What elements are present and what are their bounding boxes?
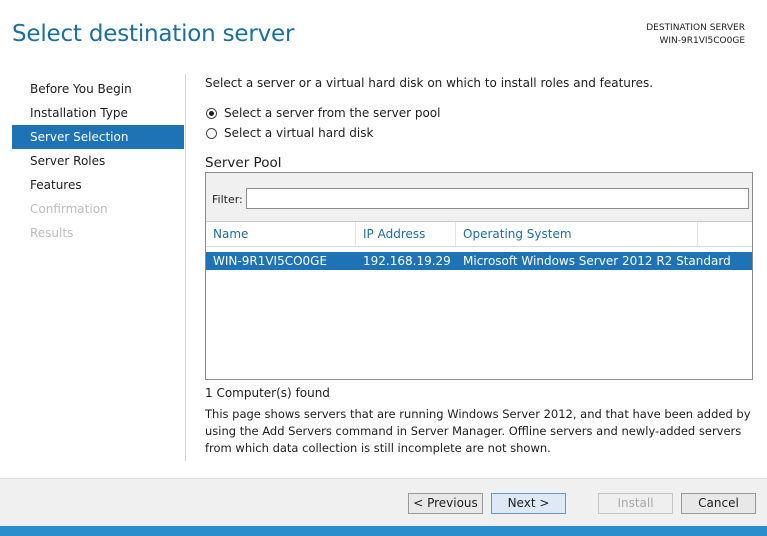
nav-divider: [185, 74, 186, 461]
nav-item-installation-type[interactable]: Installation Type: [12, 101, 184, 125]
radio-label-virtual-hard-disk: Select a virtual hard disk: [224, 126, 374, 140]
radio-button-server-pool[interactable]: [206, 107, 217, 119]
column-header-ip-address[interactable]: IP Address: [356, 222, 456, 246]
destination-server-label: DESTINATION SERVER: [646, 23, 745, 33]
column-header-spacer: [698, 222, 752, 246]
filter-bar: Filter:: [206, 173, 752, 222]
install-button: Install: [598, 493, 673, 514]
table-row[interactable]: WIN-9R1VI5CO0GE 192.168.19.29 Microsoft …: [206, 252, 752, 270]
cancel-button[interactable]: Cancel: [681, 493, 756, 514]
column-header-operating-system[interactable]: Operating System: [456, 222, 698, 246]
filter-label: Filter:: [212, 193, 243, 206]
cell-operating-system: Microsoft Windows Server 2012 R2 Standar…: [463, 254, 731, 268]
radio-option-server-pool[interactable]: Select a server from the server pool: [206, 106, 441, 120]
nav-item-before-you-begin[interactable]: Before You Begin: [12, 77, 184, 101]
window-bottom-accent-bar: [0, 526, 767, 536]
cell-server-name: WIN-9R1VI5CO0GE: [213, 254, 328, 268]
destination-server-info: DESTINATION SERVER WIN-9R1VI5CO0GE: [646, 22, 745, 48]
next-button[interactable]: Next >: [491, 493, 566, 514]
radio-option-virtual-hard-disk[interactable]: Select a virtual hard disk: [206, 126, 373, 140]
wizard-footer: < Previous Next > Install Cancel: [0, 478, 767, 527]
filter-input[interactable]: [246, 188, 749, 209]
cell-ip-address: 192.168.19.29: [363, 254, 451, 268]
nav-item-features[interactable]: Features: [12, 173, 184, 197]
nav-item-server-selection[interactable]: Server Selection: [12, 125, 184, 149]
destination-server-value: WIN-9R1VI5CO0GE: [659, 36, 745, 46]
radio-button-virtual-hard-disk[interactable]: [206, 127, 217, 139]
previous-button[interactable]: < Previous: [408, 493, 483, 514]
column-header-name[interactable]: Name: [206, 222, 356, 246]
nav-item-server-roles[interactable]: Server Roles: [12, 149, 184, 173]
wizard-steps-nav: Before You Begin Installation Type Serve…: [12, 77, 184, 245]
info-description: This page shows servers that are running…: [205, 407, 751, 455]
radio-label-server-pool: Select a server from the server pool: [224, 106, 441, 120]
server-grid-header: Name IP Address Operating System: [206, 222, 752, 247]
nav-item-confirmation: Confirmation: [30, 202, 108, 216]
page-title: Select destination server: [12, 21, 295, 47]
nav-item-results: Results: [30, 226, 74, 240]
computers-found-count: 1 Computer(s) found: [205, 386, 330, 400]
server-pool-title: Server Pool: [205, 155, 282, 171]
server-pool-panel: Filter: Name IP Address Operating System…: [205, 172, 753, 380]
intro-text: Select a server or a virtual hard disk o…: [205, 76, 654, 90]
